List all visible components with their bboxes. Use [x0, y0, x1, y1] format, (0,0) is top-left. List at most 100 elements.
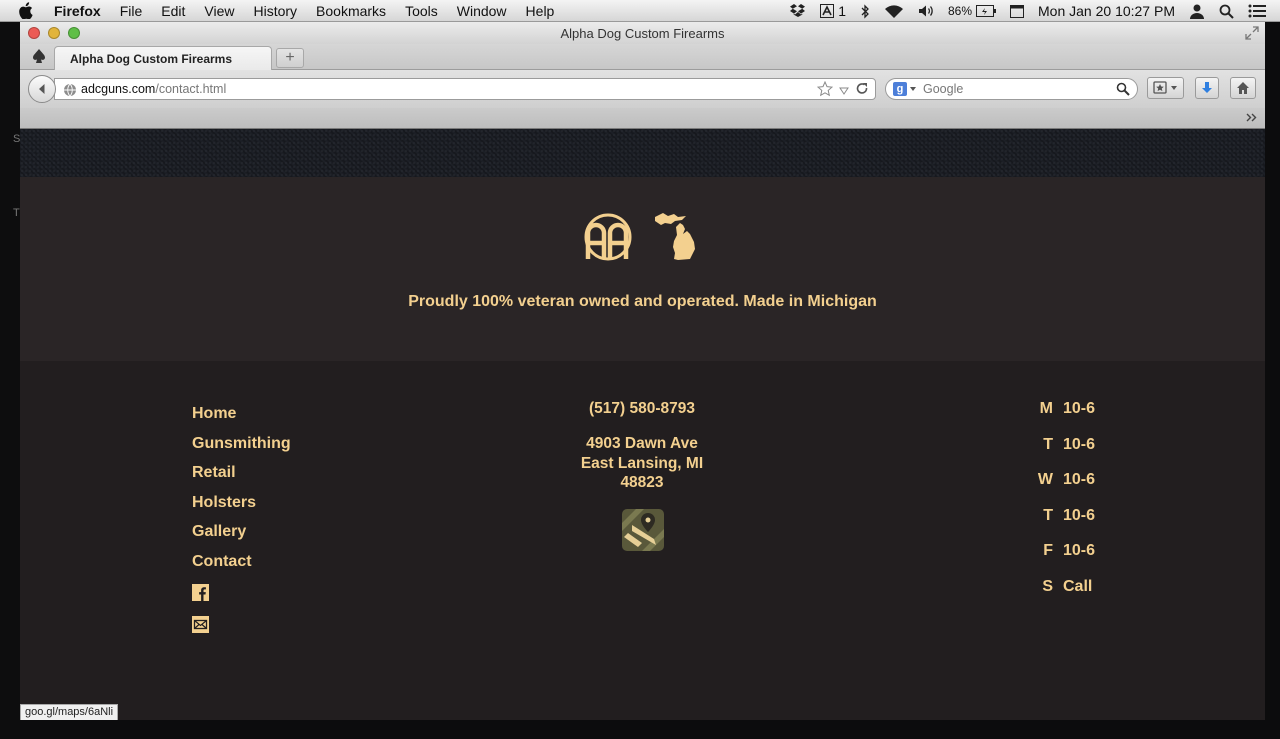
navigation-toolbar: adcguns.com/contact.html g Google: [20, 70, 1265, 108]
menu-help[interactable]: Help: [526, 3, 555, 19]
aa-logo-icon[interactable]: [582, 213, 634, 266]
hours-time: Call: [1063, 577, 1093, 595]
hours-row: T 10-6: [1025, 506, 1095, 542]
battery-percent: 86%: [947, 4, 973, 18]
dropbox-icon[interactable]: [790, 4, 806, 18]
menu-bar: Firefox File Edit View History Bookmarks…: [0, 0, 1280, 22]
hours-time: 10-6: [1063, 542, 1096, 559]
footer-nav: Home Gunsmithing Retail Holsters Gallery…: [192, 399, 291, 633]
reload-icon[interactable]: [855, 82, 869, 99]
facebook-icon[interactable]: [192, 584, 209, 601]
tab-alpha-dog[interactable]: Alpha Dog Custom Firearms: [54, 46, 272, 71]
back-button[interactable]: [28, 75, 56, 103]
search-bar[interactable]: g Google: [885, 78, 1138, 100]
hours-day: W: [1037, 471, 1053, 488]
menu-tools[interactable]: Tools: [405, 3, 438, 19]
url-path: /contact.html: [155, 82, 227, 96]
tab-strip: Alpha Dog Custom Firearms +: [20, 44, 1265, 71]
hours-time: 10-6: [1063, 435, 1096, 453]
hours-row: T 10-6: [1025, 435, 1095, 471]
email-icon[interactable]: [192, 616, 209, 633]
hours-row: W 10-6: [1025, 470, 1095, 506]
address: 4903 Dawn Ave East Lansing, MI 48823: [542, 434, 742, 493]
contact-info: (517) 580-8793 4903 Dawn Ave East Lansin…: [542, 399, 742, 551]
menu-bookmarks[interactable]: Bookmarks: [316, 3, 386, 19]
url-bar[interactable]: adcguns.com/contact.html: [54, 78, 876, 100]
new-tab-label: +: [285, 49, 295, 66]
nav-link-home[interactable]: Home: [192, 399, 291, 429]
window-title: Alpha Dog Custom Firearms: [560, 25, 725, 41]
map-link-icon[interactable]: [622, 509, 664, 551]
home-button[interactable]: [1230, 77, 1256, 99]
tagline: Proudly 100% veteran owned and operated.…: [408, 293, 877, 310]
back-arrow-icon: [39, 84, 45, 94]
hours-row: S Call: [1025, 577, 1095, 613]
adobe-updater-icon[interactable]: 1: [820, 3, 846, 19]
nav-link-holsters[interactable]: Holsters: [192, 488, 291, 518]
nav-link-contact[interactable]: Contact: [192, 547, 291, 577]
hours-time: 10-6: [1063, 471, 1096, 488]
downloads-button[interactable]: [1195, 77, 1219, 99]
hours-time: 10-6: [1063, 400, 1096, 417]
hours-day: S: [1042, 577, 1053, 595]
wifi-icon[interactable]: [884, 4, 904, 19]
download-arrow-icon: [1202, 82, 1212, 93]
bookmark-star-icon[interactable]: [816, 80, 834, 100]
header-texture-strip: [20, 129, 1265, 177]
google-engine-icon[interactable]: g: [893, 82, 907, 96]
engine-dropdown-icon[interactable]: [910, 87, 916, 91]
address-street: 4903 Dawn Ave: [586, 435, 698, 452]
adobe-update-count: 1: [838, 3, 846, 19]
hours-time: 10-6: [1063, 506, 1096, 524]
browser-window: Alpha Dog Custom Firearms Alpha Dog Cust…: [20, 22, 1265, 720]
minimize-window-button[interactable]: [48, 27, 60, 39]
nav-link-gunsmithing[interactable]: Gunsmithing: [192, 429, 291, 459]
hours-day: T: [1043, 435, 1053, 453]
calendar-icon[interactable]: [1010, 4, 1025, 18]
apple-icon[interactable]: [18, 2, 36, 19]
desktop-letter-t: T: [13, 207, 20, 219]
address-city: East Lansing, MI: [580, 454, 704, 472]
menu-history[interactable]: History: [253, 3, 297, 19]
spade-icon: [33, 48, 45, 68]
brand-section: Proudly 100% veteran owned and operated.…: [20, 177, 1265, 361]
menubar-status-area: 1 86% Mon Jan 20 10:27 PM: [790, 0, 1280, 22]
hours-row: M 10-6: [1025, 399, 1095, 435]
pinned-tab[interactable]: [24, 46, 54, 70]
logo-row: [582, 209, 700, 266]
address-zip: 48823: [620, 474, 664, 491]
zoom-window-button[interactable]: [68, 27, 80, 39]
bookmarks-menu-button[interactable]: [1147, 77, 1184, 99]
business-hours: M 10-6 T 10-6 W 10-6 T 10-6 F 10-6 S Cal…: [1025, 399, 1095, 612]
globe-icon[interactable]: [63, 83, 77, 100]
michigan-map-icon[interactable]: [654, 209, 700, 266]
link-status-tooltip: goo.gl/maps/6aNli: [20, 704, 119, 720]
menu-window[interactable]: Window: [457, 3, 507, 19]
menu-edit[interactable]: Edit: [161, 3, 185, 19]
menu-file[interactable]: File: [120, 3, 143, 19]
close-window-button[interactable]: [28, 27, 40, 39]
home-icon: [1237, 82, 1249, 94]
volume-icon[interactable]: [918, 4, 934, 18]
notification-center-icon[interactable]: [1248, 4, 1266, 18]
battery-status[interactable]: 86%: [947, 4, 997, 18]
history-dropdown-icon[interactable]: [839, 84, 849, 98]
hours-day: M: [1039, 400, 1053, 417]
tab-title: Alpha Dog Custom Firearms: [70, 52, 233, 66]
web-page: Proudly 100% veteran owned and operated.…: [20, 129, 1265, 720]
bluetooth-icon[interactable]: [860, 3, 870, 19]
new-tab-button[interactable]: +: [276, 48, 304, 68]
search-icon[interactable]: [1116, 82, 1130, 99]
overflow-chevron-icon[interactable]: [1246, 111, 1257, 125]
clock[interactable]: Mon Jan 20 10:27 PM: [1038, 3, 1175, 19]
phone-number[interactable]: (517) 580-8793: [542, 399, 742, 419]
spotlight-search-icon[interactable]: [1219, 4, 1234, 19]
bookmarks-toolbar: [20, 108, 1265, 129]
nav-link-retail[interactable]: Retail: [192, 458, 291, 488]
menu-view[interactable]: View: [204, 3, 234, 19]
nav-link-gallery[interactable]: Gallery: [192, 517, 291, 547]
user-icon[interactable]: [1189, 3, 1205, 19]
menu-firefox[interactable]: Firefox: [54, 3, 101, 19]
url-bar-actions: [811, 80, 869, 100]
fullscreen-icon[interactable]: [1245, 26, 1259, 40]
